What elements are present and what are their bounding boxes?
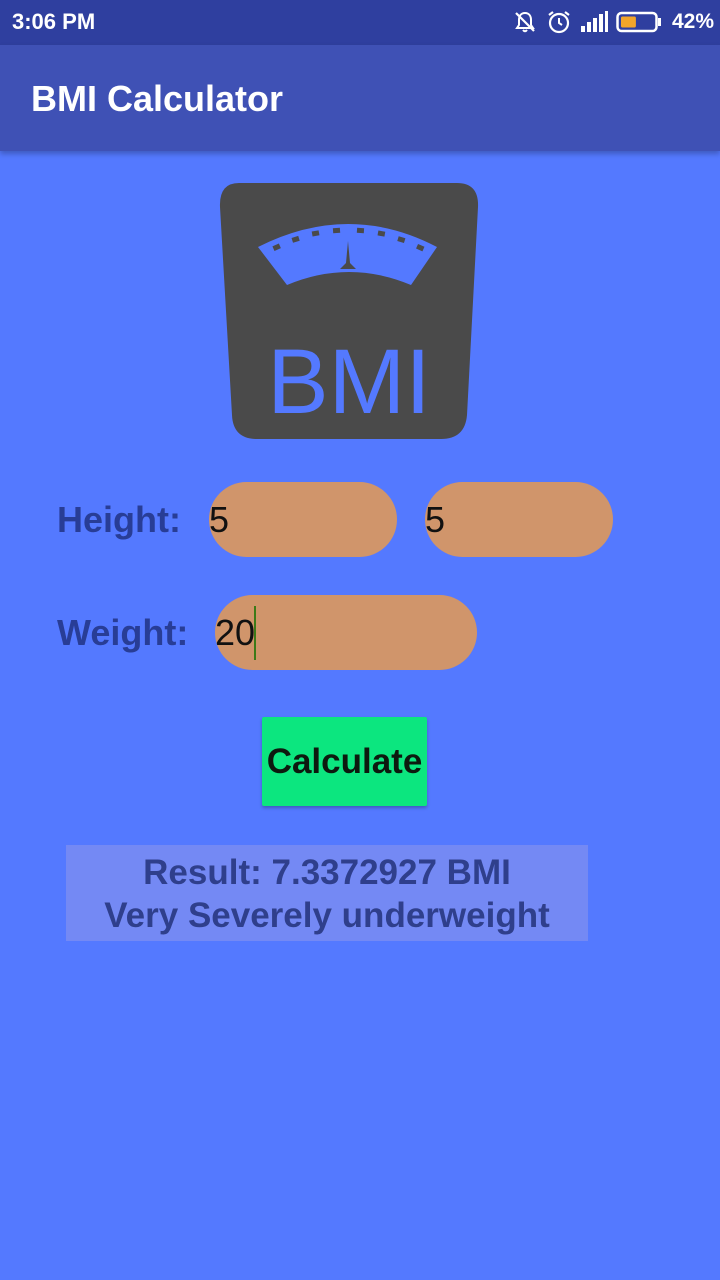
status-bar: 3:06 PM 42%: [0, 0, 720, 45]
status-icons: 42%: [512, 8, 714, 36]
status-time: 3:06 PM: [12, 9, 96, 34]
height-feet-input[interactable]: [209, 482, 397, 557]
result-category-text: Very Severely underweight: [104, 896, 550, 935]
height-inches-input[interactable]: [425, 482, 613, 557]
bmi-scale-logo: BMI: [217, 181, 481, 443]
signal-icon: [580, 11, 608, 33]
result-panel: Result: 7.3372927 BMI Very Severely unde…: [66, 845, 588, 941]
height-label: Height:: [57, 499, 181, 540]
battery-icon: [616, 11, 662, 33]
weight-label: Weight:: [57, 612, 189, 653]
main-content: BMI Height: Weight: Calculate Result: 7.…: [0, 151, 720, 1280]
result-bmi-text: Result: 7.3372927 BMI: [143, 853, 511, 892]
text-cursor: [254, 606, 256, 660]
app-bar: BMI Calculator: [0, 45, 720, 151]
battery-percent: 42%: [671, 10, 714, 33]
app-title: BMI Calculator: [31, 78, 284, 119]
logo-text: BMI: [267, 331, 431, 433]
alarm-icon: [546, 9, 572, 35]
calculate-button[interactable]: Calculate: [262, 717, 427, 806]
notifications-off-icon: [512, 9, 538, 35]
